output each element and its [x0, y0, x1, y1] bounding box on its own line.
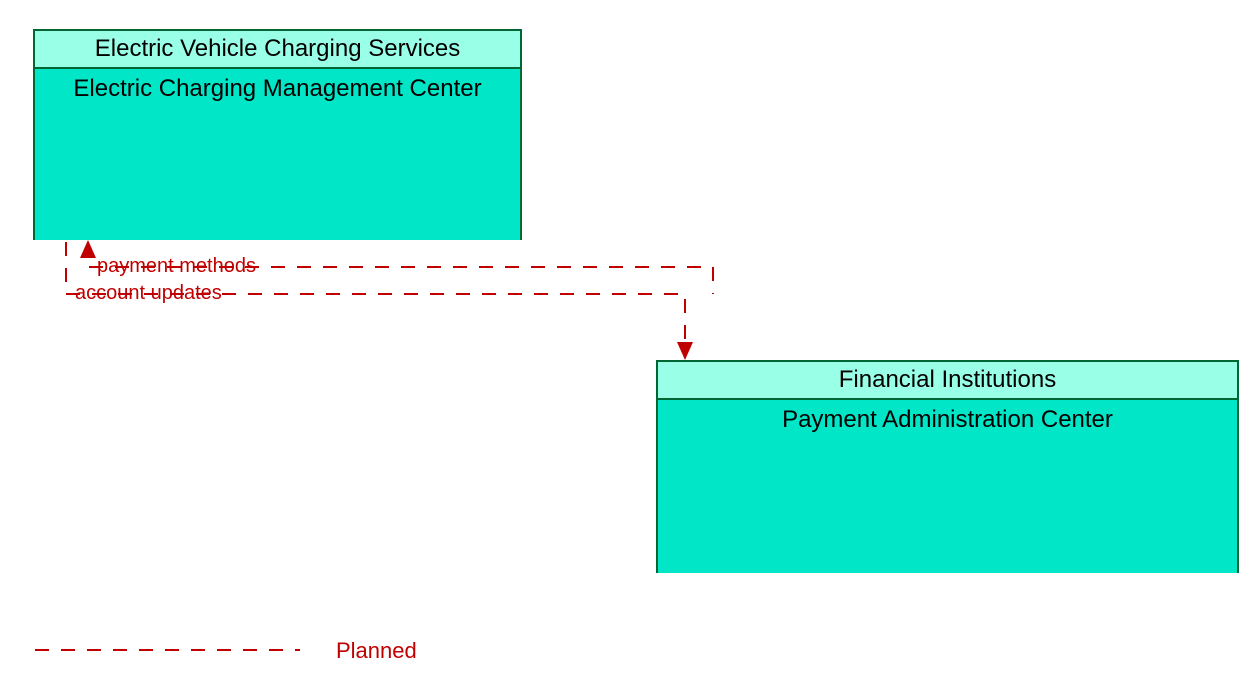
entity-financial-institutions: Financial Institutions Payment Administr… — [656, 360, 1239, 573]
entity-financial-header: Financial Institutions — [658, 362, 1237, 400]
entity-ev-body: Electric Charging Management Center — [35, 69, 520, 240]
entity-ev-charging-services: Electric Vehicle Charging Services Elect… — [33, 29, 522, 240]
entity-financial-body: Payment Administration Center — [658, 400, 1237, 573]
flow-label-account-updates: account updates — [75, 282, 222, 305]
entity-ev-header: Electric Vehicle Charging Services — [35, 31, 520, 69]
flow-label-payment-methods: payment methods — [97, 255, 256, 278]
legend-planned-label: Planned — [336, 638, 417, 664]
